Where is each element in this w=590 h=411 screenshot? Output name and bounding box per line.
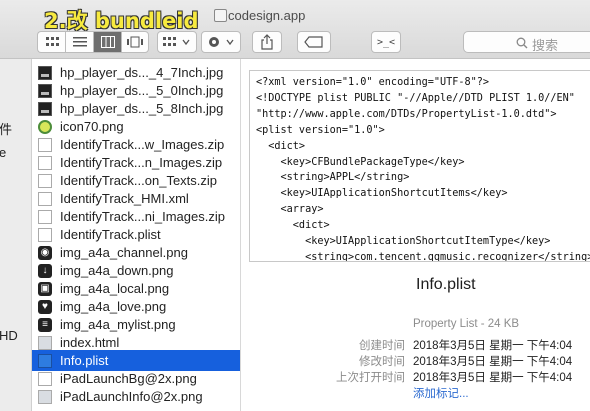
tag-icon — [304, 36, 323, 48]
document-icon — [38, 155, 52, 170]
document-icon — [38, 227, 52, 242]
view-mode-switcher — [37, 31, 149, 53]
column-view-button[interactable] — [93, 31, 121, 53]
grid-icon — [45, 37, 59, 46]
preview-pane: <?xml version="1.0" encoding="UTF-8"?> <… — [241, 59, 590, 411]
action-menu-button[interactable] — [201, 31, 241, 53]
preview-file-kind: Property List - 24 KB — [413, 318, 520, 330]
columns-icon — [100, 36, 115, 48]
group-by-button[interactable] — [157, 31, 197, 53]
list-view-button[interactable] — [65, 31, 93, 53]
dark-image-icon — [38, 65, 52, 80]
window-title: codesign.app — [228, 8, 306, 23]
document-icon — [38, 371, 52, 386]
terminal-button[interactable]: >_< — [371, 31, 401, 53]
meta-value: 2018年3月5日 星期一 下午4:04 — [413, 356, 573, 368]
plist-preview[interactable]: <?xml version="1.0" encoding="UTF-8"?> <… — [249, 70, 590, 262]
meta-label: 创建时间 — [359, 340, 405, 352]
app-image-icon: ≡ — [38, 317, 52, 332]
html-icon — [38, 389, 52, 404]
search-field[interactable]: 搜索 — [463, 31, 590, 53]
preview-file-name: Info.plist — [416, 276, 476, 293]
terminal-icon: >_< — [376, 36, 396, 48]
app-image-icon: ↓ — [38, 263, 52, 278]
app-image-icon: ♥ — [38, 299, 52, 314]
file-name: IdentifyTrack_HMI.xml — [60, 191, 189, 206]
file-name: IdentifyTrack...on_Texts.zip — [60, 173, 218, 188]
file-name: img_a4a_channel.png — [60, 245, 188, 260]
edit-tags-button[interactable] — [297, 31, 331, 53]
file-name: iPadLaunchBg@2x.png — [60, 371, 197, 386]
app-image-icon: ◉ — [38, 245, 52, 260]
file-name: img_a4a_down.png — [60, 263, 174, 278]
file-name: iPadLaunchInfo@2x.png — [60, 389, 203, 404]
file-name: IdentifyTrack...n_Images.zip — [60, 155, 223, 170]
sidebar-item[interactable]: e — [0, 145, 6, 160]
finder-toolbar: 2.改 bundleid codesign.app >_< 搜索 — [0, 0, 590, 59]
dark-image-icon — [38, 101, 52, 116]
gear-icon — [209, 37, 234, 47]
file-name: img_a4a_local.png — [60, 281, 170, 296]
html-icon — [38, 335, 52, 350]
meta-value: 2018年3月5日 星期一 下午4:04 — [413, 372, 573, 384]
file-name: icon70.png — [60, 119, 124, 134]
list-icon — [72, 37, 87, 47]
dark-image-icon — [38, 83, 52, 98]
document-icon — [38, 209, 52, 224]
green-image-icon — [38, 119, 52, 134]
sidebar-item[interactable]: HD — [0, 328, 18, 343]
sidebar: 件 e HD — [0, 59, 32, 411]
group-grid-icon — [163, 37, 190, 46]
meta-label: 上次打开时间 — [336, 372, 405, 384]
sidebar-item[interactable]: 件 — [0, 119, 12, 138]
document-icon — [38, 137, 52, 152]
gallery-icon — [127, 36, 143, 48]
file-name: IdentifyTrack.plist — [60, 227, 161, 242]
search-placeholder: 搜索 — [532, 38, 559, 53]
gallery-view-button[interactable] — [121, 31, 149, 53]
meta-label: 修改时间 — [359, 356, 405, 368]
file-name: hp_player_ds..._5_0Inch.jpg — [60, 83, 224, 98]
title-bar: 2.改 bundleid codesign.app — [0, 2, 590, 33]
file-name: Info.plist — [60, 353, 109, 368]
search-icon — [516, 37, 528, 49]
file-name: IdentifyTrack...ni_Images.zip — [60, 209, 225, 224]
file-row[interactable]: iPadLaunchInfo@2x.png — [32, 386, 240, 407]
file-column: hp_player_ds..._4_7Inch.jpg hp_player_ds… — [32, 59, 241, 411]
file-name: index.html — [60, 335, 120, 350]
file-name: img_a4a_love.png — [60, 299, 167, 314]
file-name: hp_player_ds..._4_7Inch.jpg — [60, 65, 224, 80]
file-name: IdentifyTrack...w_Images.zip — [60, 137, 225, 152]
file-name: img_a4a_mylist.png — [60, 317, 176, 332]
document-icon — [38, 173, 52, 188]
meta-value: 2018年3月5日 星期一 下午4:04 — [413, 340, 573, 352]
plist-code: <?xml version="1.0" encoding="UTF-8"?> <… — [256, 77, 590, 262]
plist-icon — [38, 353, 52, 368]
share-icon — [261, 34, 273, 50]
app-image-icon: ▣ — [38, 281, 52, 296]
add-tags-link[interactable]: 添加标记... — [413, 385, 469, 401]
share-button[interactable] — [252, 31, 282, 53]
document-icon — [38, 191, 52, 206]
app-icon — [214, 9, 227, 22]
file-name: hp_player_ds..._5_8Inch.jpg — [60, 101, 224, 116]
icon-view-button[interactable] — [37, 31, 65, 53]
